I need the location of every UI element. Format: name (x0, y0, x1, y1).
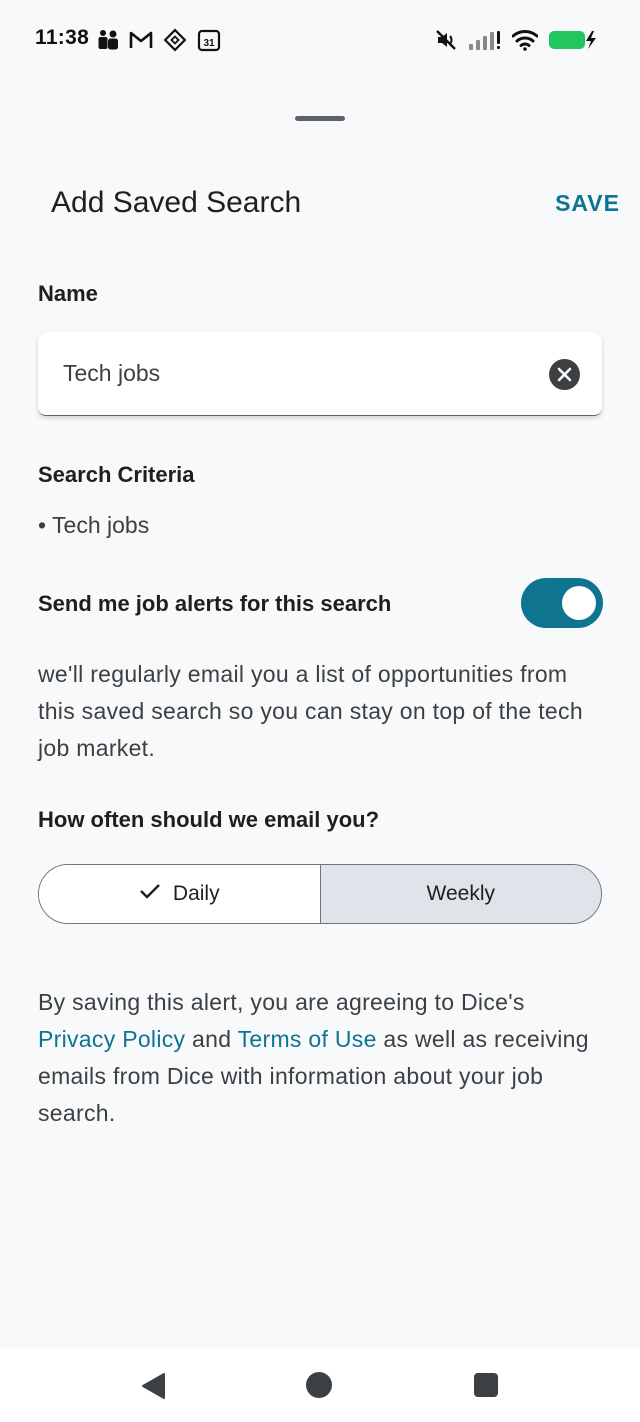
name-label: Name (38, 281, 98, 306)
gmail-icon (129, 30, 153, 50)
system-icons (434, 28, 598, 52)
sheet-drag-handle[interactable] (295, 116, 345, 121)
back-icon[interactable] (140, 1372, 166, 1405)
teams-icon (97, 29, 119, 51)
sheet-title: Add Saved Search (51, 186, 302, 219)
notification-icons: 31 (97, 28, 221, 52)
frequency-label: How often should we email you? (38, 807, 380, 832)
app-diamond-icon (163, 28, 187, 52)
battery-charging-icon (548, 29, 598, 51)
svg-text:31: 31 (203, 38, 215, 49)
status-bar: 11:38 31 (0, 0, 640, 84)
consent-text-part: and (185, 1026, 238, 1052)
criteria-item: • Tech jobs (38, 512, 150, 538)
signal-icon (468, 29, 502, 51)
job-alerts-label: Send me job alerts for this search (38, 591, 392, 616)
name-field[interactable]: Tech jobs (38, 332, 602, 416)
calendar-icon: 31 (197, 28, 221, 52)
frequency-option-daily[interactable]: Daily (39, 865, 321, 923)
mute-icon (434, 28, 458, 52)
job-alerts-toggle[interactable] (521, 578, 603, 628)
search-criteria-label: Search Criteria (38, 462, 195, 487)
clear-icon[interactable] (549, 359, 580, 390)
screen: 11:38 31 Add Saved Search SAVE Name Tech… (0, 0, 640, 1422)
privacy-policy-link[interactable]: Privacy Policy (38, 1026, 185, 1052)
home-icon[interactable] (306, 1372, 332, 1398)
status-time: 11:38 (35, 26, 90, 49)
consent-text-part: By saving this alert, you are agreeing t… (38, 989, 525, 1015)
frequency-option-weekly[interactable]: Weekly (320, 865, 601, 923)
recents-icon[interactable] (474, 1373, 498, 1397)
frequency-option-daily-label: Daily (172, 882, 220, 905)
frequency-option-weekly-label: Weekly (426, 882, 495, 905)
check-icon (139, 882, 161, 906)
system-navigation-bar (0, 1348, 640, 1422)
consent-text: By saving this alert, you are agreeing t… (38, 984, 598, 1132)
job-alerts-description: we'll regularly email you a list of oppo… (38, 661, 583, 761)
terms-of-use-link[interactable]: Terms of Use (238, 1026, 377, 1052)
name-field-value[interactable]: Tech jobs (63, 360, 160, 387)
frequency-segmented-control: Daily Weekly (38, 864, 602, 924)
toggle-knob (562, 586, 596, 620)
wifi-icon (512, 29, 538, 51)
save-button[interactable]: SAVE (555, 190, 620, 217)
